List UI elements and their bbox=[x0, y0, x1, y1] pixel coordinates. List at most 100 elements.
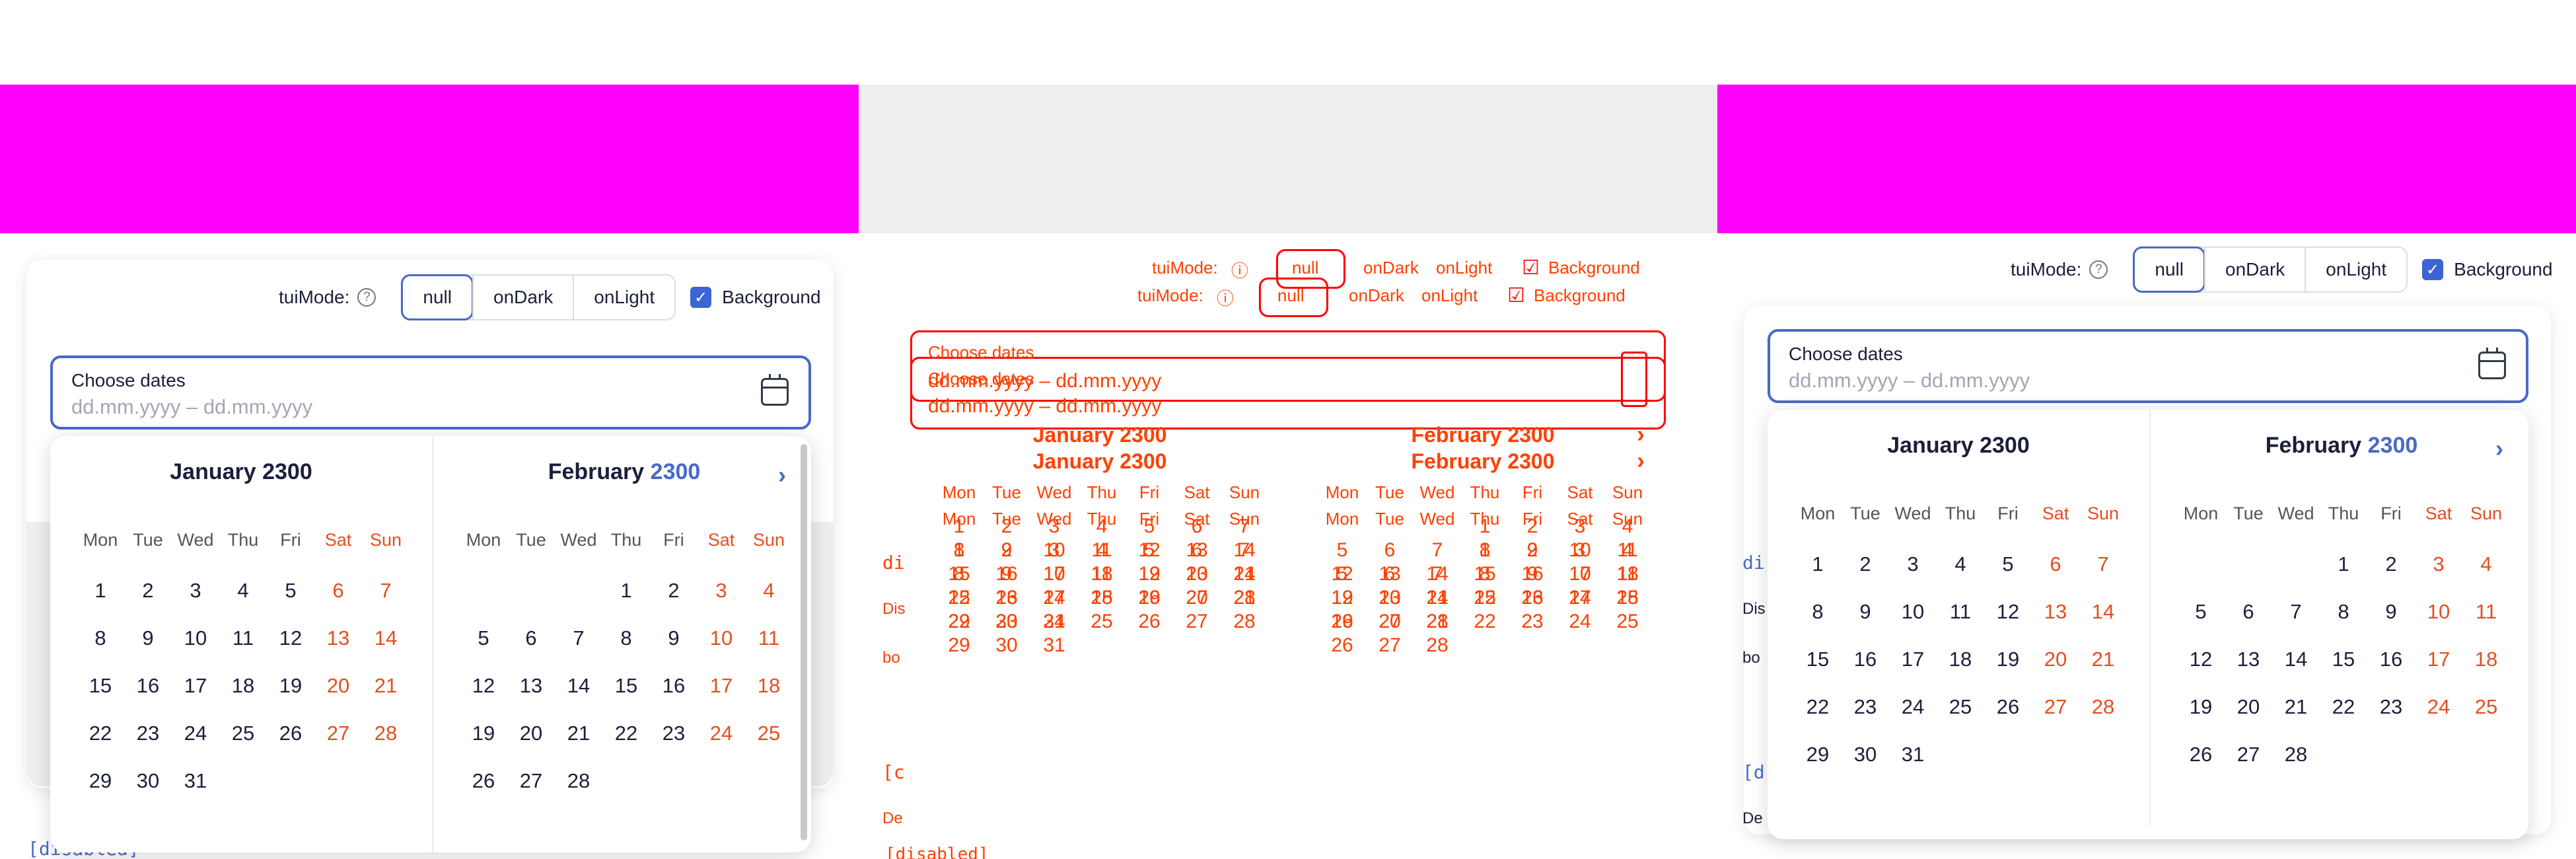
month-year[interactable]: 2300 bbox=[1980, 433, 2030, 458]
day-cell[interactable]: 28 bbox=[2079, 695, 2127, 719]
day-cell[interactable]: 10 bbox=[1556, 563, 1604, 585]
day-cell[interactable]: 23 bbox=[2367, 695, 2415, 719]
day-cell[interactable]: 10 bbox=[2415, 600, 2462, 624]
day-cell[interactable]: 7 bbox=[362, 579, 410, 603]
day-cell[interactable]: 5 bbox=[1984, 552, 2032, 576]
month-year[interactable]: 2300 bbox=[1507, 449, 1554, 473]
day-cell[interactable]: 2 bbox=[124, 579, 172, 603]
calendar-icon[interactable] bbox=[1621, 352, 1647, 407]
day-cell[interactable]: 20 bbox=[2225, 695, 2272, 719]
background-checkbox[interactable]: ☑ bbox=[1507, 284, 1525, 307]
day-cell[interactable]: 10 bbox=[1030, 563, 1078, 585]
day-cell[interactable]: 23 bbox=[983, 611, 1030, 633]
day-cell[interactable]: 4 bbox=[745, 579, 793, 603]
day-cell[interactable]: 7 bbox=[2272, 600, 2320, 624]
day-cell[interactable]: 12 bbox=[1318, 587, 1366, 609]
mode-option-onlight[interactable]: onLight bbox=[1436, 258, 1492, 278]
day-cell[interactable]: 5 bbox=[1126, 539, 1173, 562]
day-cell[interactable]: 17 bbox=[1889, 648, 1937, 671]
day-cell[interactable]: 20 bbox=[2032, 648, 2079, 671]
day-cell[interactable]: 7 bbox=[1413, 563, 1461, 585]
question-circle-icon[interactable]: ? bbox=[2089, 260, 2108, 279]
day-cell[interactable]: 11 bbox=[1078, 563, 1126, 585]
day-cell[interactable]: 15 bbox=[1461, 587, 1509, 609]
day-cell[interactable]: 21 bbox=[2272, 695, 2320, 719]
day-cell[interactable]: 5 bbox=[1318, 563, 1366, 585]
mode-option-ondark[interactable]: onDark bbox=[1349, 285, 1404, 306]
day-cell[interactable]: 3 bbox=[2415, 552, 2462, 576]
day-cell[interactable]: 7 bbox=[1413, 539, 1461, 562]
mode-option-ondark[interactable]: onDark bbox=[1363, 258, 1419, 278]
day-cell[interactable]: 4 bbox=[1937, 552, 1984, 576]
day-cell[interactable]: 16 bbox=[650, 674, 698, 698]
day-cell[interactable]: 17 bbox=[1556, 587, 1604, 609]
mode-option-onlight[interactable]: onLight bbox=[574, 276, 674, 319]
day-cell[interactable]: 23 bbox=[1842, 695, 1889, 719]
day-cell[interactable]: 18 bbox=[1078, 587, 1126, 609]
day-cell[interactable]: 6 bbox=[2225, 600, 2272, 624]
day-cell[interactable]: 14 bbox=[1413, 587, 1461, 609]
day-cell[interactable]: 9 bbox=[1509, 563, 1556, 585]
day-cell[interactable]: 13 bbox=[2225, 648, 2272, 671]
mode-option-onlight[interactable]: onLight bbox=[1421, 285, 1478, 306]
day-cell[interactable]: 18 bbox=[1937, 648, 1984, 671]
day-cell[interactable]: 14 bbox=[2272, 648, 2320, 671]
day-cell[interactable]: 5 bbox=[460, 626, 507, 650]
day-cell[interactable]: 22 bbox=[2320, 695, 2367, 719]
day-cell[interactable]: 15 bbox=[602, 674, 650, 698]
day-cell[interactable]: 19 bbox=[1126, 587, 1173, 609]
day-cell[interactable]: 13 bbox=[1366, 587, 1413, 609]
dropdown-scrollbar[interactable] bbox=[801, 444, 807, 840]
day-cell[interactable]: 26 bbox=[1318, 634, 1366, 657]
day-cell[interactable]: 4 bbox=[219, 579, 267, 603]
day-cell[interactable]: 31 bbox=[1030, 634, 1078, 657]
day-cell[interactable]: 29 bbox=[77, 769, 124, 793]
day-cell[interactable]: 27 bbox=[1366, 634, 1413, 657]
day-cell[interactable]: 8 bbox=[77, 626, 124, 650]
day-cell[interactable]: 6 bbox=[507, 626, 555, 650]
day-cell[interactable]: 10 bbox=[698, 626, 745, 650]
day-cell[interactable]: 26 bbox=[267, 722, 314, 745]
day-cell[interactable]: 14 bbox=[555, 674, 602, 698]
day-cell[interactable]: 3 bbox=[172, 579, 219, 603]
background-checkbox[interactable]: ✓ bbox=[2422, 259, 2444, 280]
day-cell[interactable]: 19 bbox=[1318, 611, 1366, 633]
day-cell[interactable]: 4 bbox=[2462, 552, 2510, 576]
day-cell[interactable]: 15 bbox=[1794, 648, 1842, 671]
day-cell[interactable]: 3 bbox=[1556, 539, 1604, 562]
day-cell[interactable]: 1 bbox=[2320, 552, 2367, 576]
day-cell[interactable]: 18 bbox=[1604, 587, 1651, 609]
calendar-icon[interactable] bbox=[761, 374, 789, 406]
day-cell[interactable]: 9 bbox=[2367, 600, 2415, 624]
day-cell[interactable]: 26 bbox=[2177, 743, 2225, 766]
day-cell[interactable]: 6 bbox=[2032, 552, 2079, 576]
mode-option-null[interactable]: null bbox=[401, 274, 474, 320]
day-cell[interactable]: 25 bbox=[2462, 695, 2510, 719]
day-cell[interactable]: 28 bbox=[2272, 743, 2320, 766]
day-cell[interactable]: 8 bbox=[1794, 600, 1842, 624]
day-cell[interactable]: 24 bbox=[1889, 695, 1937, 719]
day-cell[interactable]: 26 bbox=[460, 769, 507, 793]
day-cell[interactable]: 6 bbox=[1366, 563, 1413, 585]
month-year[interactable]: 2300 bbox=[1120, 449, 1166, 473]
month-year[interactable]: 2300 bbox=[1120, 423, 1166, 447]
day-cell[interactable]: 12 bbox=[1126, 563, 1173, 585]
day-cell[interactable]: 27 bbox=[314, 722, 362, 745]
day-cell[interactable]: 16 bbox=[2367, 648, 2415, 671]
day-cell[interactable]: 11 bbox=[2462, 600, 2510, 624]
day-cell[interactable]: 7 bbox=[555, 626, 602, 650]
day-cell[interactable]: 3 bbox=[698, 579, 745, 603]
day-cell[interactable]: 29 bbox=[1794, 743, 1842, 766]
day-cell[interactable]: 23 bbox=[124, 722, 172, 745]
day-cell[interactable]: 22 bbox=[935, 611, 983, 633]
day-cell[interactable]: 16 bbox=[1842, 648, 1889, 671]
day-cell[interactable]: 21 bbox=[555, 722, 602, 745]
day-cell[interactable]: 8 bbox=[2320, 600, 2367, 624]
date-range-input[interactable]: Choose dates dd.mm.yyyy – dd.mm.yyyy bbox=[50, 355, 811, 430]
day-cell[interactable]: 4 bbox=[1604, 539, 1651, 562]
day-cell[interactable]: 4 bbox=[1078, 539, 1126, 562]
day-cell[interactable]: 11 bbox=[1937, 600, 1984, 624]
day-cell[interactable]: 28 bbox=[362, 722, 410, 745]
day-cell[interactable]: 1 bbox=[77, 579, 124, 603]
background-checkbox[interactable]: ✓ bbox=[690, 287, 712, 308]
